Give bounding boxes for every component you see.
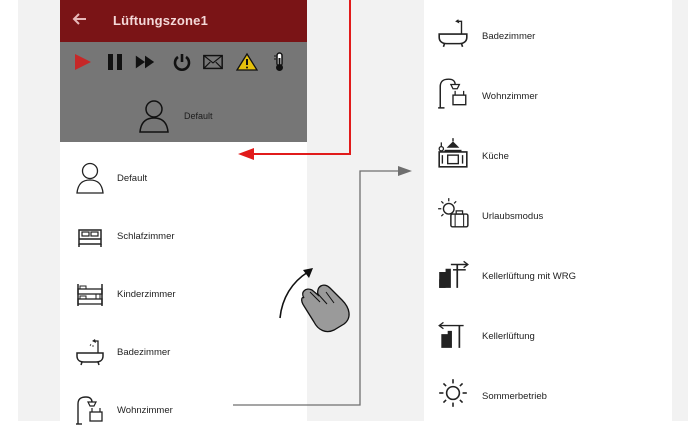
current-profile-label: Default xyxy=(184,111,213,121)
fast-forward-icon[interactable] xyxy=(134,52,156,72)
play-icon[interactable] xyxy=(72,52,94,72)
warning-icon[interactable] xyxy=(235,52,259,72)
floor-lamp-armchair-icon xyxy=(438,78,467,109)
list-item-label: Badezimmer xyxy=(482,31,536,42)
list-item-label: Wohnzimmer xyxy=(117,405,173,416)
list-item-label: Badezimmer xyxy=(117,347,171,358)
list-item-badezimmer[interactable]: Badezimmer xyxy=(424,0,672,60)
zone-panel: Lüftungszone1 Default xyxy=(60,0,307,142)
zone-title: Lüftungszone1 xyxy=(113,13,209,28)
bunk-bed-icon xyxy=(77,284,103,306)
kitchen-icon xyxy=(438,138,468,168)
control-toolbar xyxy=(72,52,307,74)
list-item-label: Urlaubsmodus xyxy=(482,211,544,222)
thermometer-icon[interactable] xyxy=(268,52,290,72)
list-item-label: Wohnzimmer xyxy=(482,91,538,102)
list-item-schlafzimmer[interactable]: Schlafzimmer xyxy=(60,207,307,265)
list-item-kellerlueftung[interactable]: Kellerlüftung xyxy=(424,300,672,360)
list-item-kellerlueftung-wrg[interactable]: Kellerlüftung mit WRG xyxy=(424,240,672,300)
cellar-ventilation-icon xyxy=(438,321,464,348)
list-item-label: Sommerbetrieb xyxy=(482,391,547,402)
profile-list-right: Badezimmer Wohnzimmer Küche Urlaubsmodus… xyxy=(424,0,672,421)
background-band-middle xyxy=(307,0,424,421)
background-band-right xyxy=(672,0,688,421)
person-icon xyxy=(76,162,104,194)
pause-icon[interactable] xyxy=(104,52,126,72)
profile-list-left: Default Schlafzimmer Kinderzimmer Badezi… xyxy=(60,142,307,425)
list-item-wohnzimmer[interactable]: Wohnzimmer xyxy=(60,381,307,439)
floor-lamp-armchair-icon xyxy=(76,396,103,425)
list-item-wohnzimmer[interactable]: Wohnzimmer xyxy=(424,60,672,120)
sun-icon xyxy=(439,379,467,407)
bathtub-icon xyxy=(76,339,104,366)
list-item-label: Schlafzimmer xyxy=(117,231,175,242)
list-item-label: Küche xyxy=(482,151,509,162)
bathtub-icon xyxy=(438,19,468,48)
list-item-label: Kellerlüftung mit WRG xyxy=(482,271,576,282)
mail-icon[interactable] xyxy=(202,52,224,72)
list-item-badezimmer[interactable]: Badezimmer xyxy=(60,323,307,381)
list-item-sommerbetrieb[interactable]: Sommerbetrieb xyxy=(424,360,672,420)
title-bar: Lüftungszone1 xyxy=(60,0,307,42)
list-item-urlaubsmodus[interactable]: Urlaubsmodus xyxy=(424,180,672,240)
list-item-kinderzimmer[interactable]: Kinderzimmer xyxy=(60,265,307,323)
background-band-left xyxy=(18,0,60,421)
back-arrow-icon[interactable] xyxy=(70,9,90,29)
sun-suitcase-icon xyxy=(438,198,469,228)
list-item-label: Default xyxy=(117,173,148,184)
cellar-ventilation-wrg-icon xyxy=(439,260,469,288)
bed-icon xyxy=(78,229,102,247)
list-item-label: Kellerlüftung xyxy=(482,331,535,342)
power-icon[interactable] xyxy=(171,52,193,72)
list-item-label: Kinderzimmer xyxy=(117,289,176,300)
list-item-kueche[interactable]: Küche xyxy=(424,120,672,180)
list-item-default[interactable]: Default xyxy=(60,149,307,207)
current-profile[interactable]: Default xyxy=(60,96,307,136)
person-icon xyxy=(139,100,169,133)
